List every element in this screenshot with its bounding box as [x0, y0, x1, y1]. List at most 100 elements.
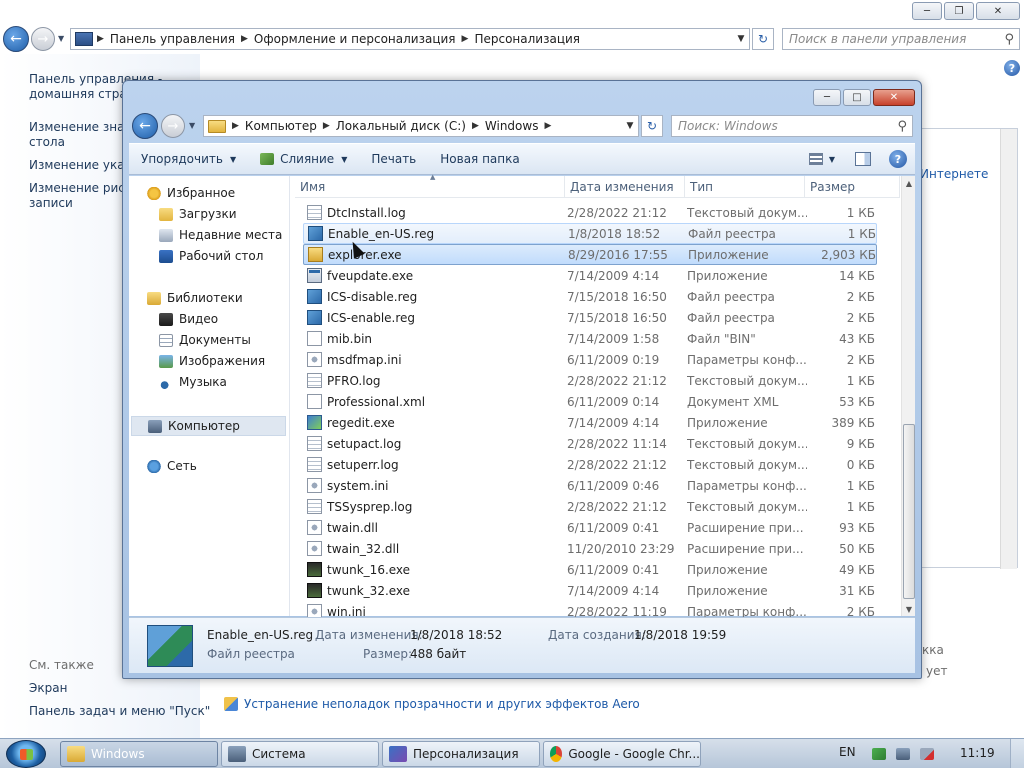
column-header-name-label: Имя [300, 179, 326, 194]
explorer-close-button[interactable]: ✕ [873, 89, 915, 106]
settings-fragment-2: ует [926, 664, 948, 678]
search-icon[interactable]: ⚲ [897, 119, 907, 134]
file-row[interactable]: twunk_32.exe 7/14/2009 4:14 Приложение 31 К… [303, 580, 877, 601]
file-row[interactable]: Professional.xml 6/11/2009 0:14 Документ X… [303, 391, 877, 412]
language-indicator[interactable]: EN [839, 745, 856, 759]
file-row[interactable]: ICS-disable.reg 7/15/2018 16:50 Файл реест… [303, 286, 877, 307]
explorer-maximize-button[interactable]: □ [843, 89, 871, 106]
views-icon[interactable] [808, 153, 823, 165]
file-row[interactable]: fveupdate.exe 7/14/2009 4:14 Приложение 14 … [303, 265, 877, 286]
file-row[interactable]: system.ini 6/11/2009 0:46 Параметры конф..… [303, 475, 877, 496]
file-row[interactable]: msdfmap.ini 6/11/2009 0:19 Параметры конф.… [303, 349, 877, 370]
taskbar-item-chrome[interactable]: Google - Google Chr... [543, 741, 701, 767]
nav-images[interactable]: Изображения [159, 354, 265, 368]
file-type: Файл реестра [688, 226, 776, 241]
nav-desktop[interactable]: Рабочий стол [159, 249, 263, 263]
file-row[interactable]: DtcInstall.log 2/28/2022 21:12 Текстовый д… [303, 202, 877, 223]
file-row[interactable]: ICS-enable.reg 7/15/2018 16:50 Файл реестр… [303, 307, 877, 328]
organize-button[interactable]: Упорядочить ▼ [129, 152, 248, 166]
minimize-button[interactable]: ─ [912, 2, 942, 20]
scrollbar-thumb[interactable] [903, 424, 915, 599]
file-row[interactable]: mib.bin 7/14/2009 1:58 Файл "BIN" 43 КБ [303, 328, 877, 349]
online-themes-link[interactable]: Интернете [920, 167, 988, 181]
explorer-refresh-button[interactable]: ↻ [641, 115, 663, 137]
column-header-name[interactable]: ▲ Имя [295, 173, 565, 197]
preview-pane-icon[interactable] [855, 152, 871, 166]
file-row[interactable]: regedit.exe 7/14/2009 4:14 Приложение 389 К… [303, 412, 877, 433]
nav-favorites[interactable]: Избранное [147, 186, 235, 200]
aero-troubleshoot-link[interactable]: Устранение неполадок прозрачности и друг… [244, 697, 640, 711]
file-list-scrollbar[interactable]: ▲ ▼ [901, 176, 915, 616]
recent-pages-dropdown[interactable]: ▼ [58, 34, 64, 43]
start-button[interactable] [6, 740, 46, 768]
forward-button[interactable]: → [31, 27, 55, 51]
chevron-down-icon[interactable]: ▼ [829, 155, 835, 164]
network-icon[interactable] [896, 748, 910, 760]
control-panel-address-bar[interactable]: ▶ Панель управления ▶ Оформление и персо… [70, 28, 750, 50]
breadcrumb-personalization[interactable]: Персонализация [468, 32, 586, 46]
breadcrumb-computer[interactable]: Компьютер [239, 119, 323, 133]
file-row[interactable]: explorer.exe 8/29/2016 17:55 Приложение 2,9… [303, 244, 877, 265]
taskbar-item-personalization[interactable]: Персонализация [382, 741, 540, 767]
merge-button[interactable]: Слияние ▼ [248, 152, 359, 166]
print-button[interactable]: Печать [359, 152, 428, 166]
refresh-button[interactable]: ↻ [752, 28, 774, 50]
action-center-icon[interactable] [872, 748, 886, 760]
file-size: 14 КБ [839, 268, 875, 283]
volume-muted-icon[interactable] [920, 748, 934, 760]
nav-video[interactable]: Видео [159, 312, 218, 326]
breadcrumb-control-panel[interactable]: Панель управления [104, 32, 241, 46]
address-dropdown-icon[interactable]: ▼ [622, 121, 638, 131]
nav-downloads[interactable]: Загрузки [159, 207, 237, 221]
nav-music[interactable]: Музыка [159, 375, 227, 389]
nav-libraries[interactable]: Библиотеки [147, 291, 243, 305]
nav-documents-label: Документы [179, 333, 251, 347]
control-panel-search-input[interactable]: Поиск в панели управления ⚲ [782, 28, 1020, 50]
cp-link-display[interactable]: Экран [29, 681, 67, 696]
explorer-search-input[interactable]: Поиск: Windows ⚲ [671, 115, 913, 137]
explorer-back-button[interactable]: ← [132, 113, 158, 139]
file-row[interactable]: twain.dll 6/11/2009 0:41 Расширение при...… [303, 517, 877, 538]
nav-documents[interactable]: Документы [159, 333, 251, 347]
taskbar-item-explorer[interactable]: Windows [60, 741, 218, 767]
file-row[interactable]: Enable_en-US.reg 1/8/2018 18:52 Файл реест… [303, 223, 877, 244]
shield-icon [224, 697, 238, 711]
back-button[interactable]: ← [3, 26, 29, 52]
column-header-size[interactable]: Размер [805, 176, 900, 197]
explorer-forward-button[interactable]: → [161, 114, 185, 138]
help-icon[interactable]: ? [1004, 60, 1020, 76]
nav-network[interactable]: Сеть [147, 459, 197, 473]
close-button[interactable]: ✕ [976, 2, 1020, 20]
file-size: 50 КБ [839, 541, 875, 556]
new-folder-button[interactable]: Новая папка [428, 152, 531, 166]
explorer-minimize-button[interactable]: ─ [813, 89, 841, 106]
file-row[interactable]: twunk_16.exe 6/11/2009 0:41 Приложение 49 К… [303, 559, 877, 580]
maximize-button[interactable]: ❐ [944, 2, 974, 20]
file-row[interactable]: setupact.log 2/28/2022 11:14 Текстовый док… [303, 433, 877, 454]
help-icon[interactable]: ? [889, 150, 907, 168]
breadcrumb-local-disk[interactable]: Локальный диск (C:) [330, 119, 472, 133]
address-dropdown-icon[interactable]: ▼ [733, 34, 749, 44]
search-icon[interactable]: ⚲ [1004, 32, 1014, 47]
file-row[interactable]: twain_32.dll 11/20/2010 23:29 Расширение п… [303, 538, 877, 559]
nav-computer[interactable]: Компьютер [131, 416, 286, 436]
breadcrumb-appearance[interactable]: Оформление и персонализация [248, 32, 462, 46]
cp-link-taskbar[interactable]: Панель задач и меню "Пуск" [29, 704, 210, 719]
explorer-address-bar[interactable]: ▶ Компьютер ▶ Локальный диск (C:) ▶ Wind… [203, 115, 639, 137]
scroll-up-icon[interactable]: ▲ [902, 176, 916, 190]
taskbar-item-system[interactable]: Система [221, 741, 379, 767]
reg-file-large-icon [147, 625, 193, 667]
taskbar-item-personalization-label: Персонализация [413, 747, 519, 761]
column-header-date[interactable]: Дата изменения [565, 176, 685, 197]
explorer-recent-dropdown[interactable]: ▼ [189, 121, 195, 130]
scroll-down-icon[interactable]: ▼ [902, 602, 916, 616]
theme-list-scrollbar[interactable] [1000, 129, 1017, 569]
column-header-type[interactable]: Тип [685, 176, 805, 197]
clock[interactable]: 11:19 [960, 746, 995, 760]
nav-recent-places[interactable]: Недавние места [159, 228, 282, 242]
show-desktop-button[interactable] [1010, 739, 1024, 768]
file-row[interactable]: setuperr.log 2/28/2022 21:12 Текстовый док… [303, 454, 877, 475]
breadcrumb-windows[interactable]: Windows [479, 119, 545, 133]
file-row[interactable]: TSSysprep.log 2/28/2022 21:12 Текстовый до… [303, 496, 877, 517]
file-row[interactable]: PFRO.log 2/28/2022 21:12 Текстовый докум..… [303, 370, 877, 391]
